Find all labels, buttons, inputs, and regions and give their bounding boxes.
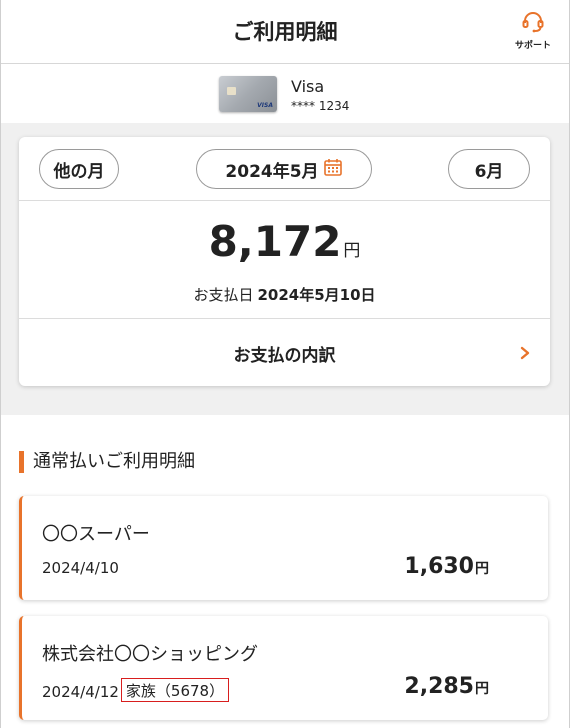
payment-breakdown-label: お支払の内訳 [233, 346, 336, 366]
transaction-currency: 円 [475, 561, 489, 577]
transaction-date-value: 2024/4/12 [42, 683, 119, 701]
transaction-amount: 2,285円 [404, 674, 489, 699]
transaction-amount-value: 1,630 [404, 554, 474, 579]
payment-date-value: 2024年5月10日 [257, 286, 376, 304]
payment-amount: 8,172 円 [19, 221, 550, 263]
divider [19, 200, 550, 201]
payment-date: お支払日 2024年5月10日 [19, 284, 550, 305]
transaction-item[interactable]: 〇〇スーパー 2024/4/10 1,630円 [19, 496, 548, 600]
support-label: サポート [514, 41, 551, 51]
page-title: ご利用明細 [232, 20, 338, 44]
card-chip [227, 87, 236, 95]
card-selector[interactable]: VISA Visa **** 1234 [1, 65, 569, 123]
transaction-date: 2024/4/10 [42, 559, 119, 577]
transaction-date: 2024/4/12 家族（5678） [42, 678, 230, 703]
transaction-item[interactable]: 株式会社〇〇ショッピング 2024/4/12 家族（5678） 2,285円 [19, 616, 548, 720]
transaction-merchant: 株式会社〇〇ショッピング [42, 644, 258, 665]
summary-card: 他の月 2024年5月 6月 8,172 円 お支払日 2024年5月10日 お… [19, 137, 550, 386]
section-title: 通常払いご利用明細 [19, 451, 195, 473]
calendar-icon [319, 157, 343, 182]
card-brand-mark: VISA [257, 102, 273, 109]
card-number: **** 1234 [291, 99, 350, 113]
current-month-label: 2024年5月 [225, 161, 319, 182]
payment-breakdown-link[interactable]: お支払の内訳 [19, 319, 550, 386]
transaction-date-value: 2024/4/10 [42, 559, 119, 577]
family-card-badge: 家族（5678） [120, 678, 230, 702]
payment-amount-currency: 円 [343, 241, 361, 261]
card-image: VISA [219, 76, 277, 112]
payment-amount-value: 8,172 [208, 217, 342, 266]
app-frame: ご利用明細 サポート VISA Visa **** 1234 他の月 2024年… [0, 0, 570, 728]
chevron-right-icon [520, 345, 530, 364]
other-month-button[interactable]: 他の月 [39, 149, 119, 189]
transaction-amount-value: 2,285 [404, 674, 474, 699]
header: ご利用明細 サポート [1, 0, 569, 64]
transaction-currency: 円 [475, 681, 489, 697]
next-month-button[interactable]: 6月 [448, 149, 530, 189]
headset-icon [511, 10, 555, 34]
support-button[interactable]: サポート [511, 10, 555, 51]
card-name: Visa [291, 77, 325, 96]
transaction-amount: 1,630円 [404, 554, 489, 579]
transaction-merchant: 〇〇スーパー [42, 524, 150, 545]
payment-date-label: お支払日 [193, 286, 254, 304]
summary-area: 他の月 2024年5月 6月 8,172 円 お支払日 2024年5月10日 お… [1, 123, 569, 415]
current-month-button[interactable]: 2024年5月 [196, 149, 372, 189]
